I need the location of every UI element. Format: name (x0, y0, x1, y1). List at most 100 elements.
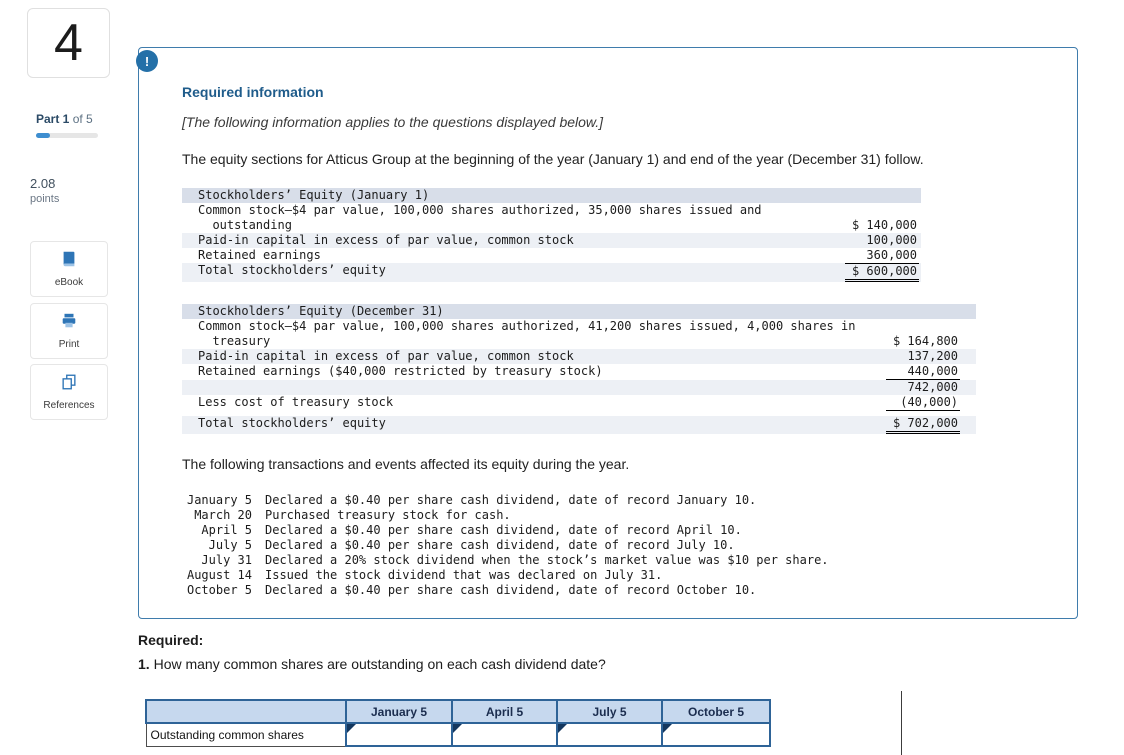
row-label: Total stockholders’ equity (182, 263, 831, 282)
references-button[interactable]: References (30, 364, 108, 420)
answer-cell-apr5[interactable] (451, 722, 558, 747)
row-label: Less cost of treasury stock (198, 395, 394, 409)
transaction-desc: Purchased treasury stock for cash. (265, 508, 511, 522)
table-row: Common stock—$4 par value, 100,000 share… (182, 203, 921, 233)
transaction-row: October 5 Declared a $0.40 per share cas… (182, 583, 829, 598)
row-value: 100,000 (831, 233, 921, 248)
transaction-desc: Declared a $0.40 per share cash dividend… (265, 583, 757, 597)
answer-input-jul5[interactable] (558, 725, 661, 744)
references-label: References (43, 400, 95, 411)
question-number-box: 4 (27, 8, 110, 78)
table-row: Paid-in capital in excess of par value, … (182, 233, 921, 248)
ebook-icon (60, 250, 78, 273)
table-title: Stockholders’ Equity (January 1) (182, 188, 921, 203)
answer-header-apr5: April 5 (451, 699, 558, 724)
table-row: Total stockholders’ equity $ 600,000 (182, 263, 921, 282)
row-label (182, 380, 871, 395)
print-label: Print (58, 339, 80, 350)
transaction-row: August 14 Issued the stock dividend that… (182, 568, 829, 583)
points-label: points (30, 193, 60, 205)
transaction-date: July 5 (208, 538, 252, 552)
transaction-row: April 5 Declared a $0.40 per share cash … (182, 523, 829, 538)
answer-input-jan5[interactable] (347, 725, 451, 744)
row-value: $ 140,000 (851, 218, 917, 232)
transaction-desc: Declared a $0.40 per share cash dividend… (265, 523, 742, 537)
row-value: $ 702,000 (871, 416, 977, 434)
row-value: $ 164,800 (892, 334, 959, 348)
equity-table-january: Stockholders’ Equity (January 1) Common … (182, 188, 921, 282)
table-row: Total stockholders’ equity $ 702,000 (182, 416, 977, 434)
row-value: 137,200 (871, 349, 977, 364)
transaction-desc: Declared a $0.40 per share cash dividend… (265, 493, 757, 507)
transaction-date: January 5 (186, 493, 252, 507)
question-text: 1. How many common shares are outstandin… (138, 656, 606, 672)
question-body: How many common shares are outstanding o… (149, 656, 606, 672)
transaction-date: July 31 (201, 553, 252, 567)
part-label: Part 1 (36, 112, 70, 126)
row-label: Common stock—$4 par value, 100,000 share… (198, 319, 856, 348)
answer-header-jul5: July 5 (556, 699, 663, 724)
transaction-row: January 5 Declared a $0.40 per share cas… (182, 493, 829, 508)
points-value: 2.08 (30, 176, 56, 191)
row-label: Common stock—$4 par value, 100,000 share… (198, 203, 762, 232)
row-value: 440,000 (871, 364, 976, 380)
part-progress-bar (36, 133, 98, 138)
worksheet-gridline (901, 691, 902, 755)
answer-input-oct5[interactable] (663, 725, 769, 744)
answer-header-oct5: October 5 (661, 699, 771, 724)
answer-header-row: January 5 April 5 July 5 October 5 (145, 699, 771, 724)
transaction-desc: Issued the stock dividend that was decla… (265, 568, 663, 582)
transaction-date: October 5 (186, 583, 252, 597)
answer-cell-oct5[interactable] (661, 722, 771, 747)
answer-cell-jan5[interactable] (345, 722, 453, 747)
row-label: Paid-in capital in excess of par value, … (182, 349, 871, 364)
table-row: Common stock—$4 par value, 100,000 share… (182, 319, 976, 349)
alert-icon: ! (136, 50, 158, 72)
table-row: 742,000 (182, 380, 977, 395)
answer-data-row: Outstanding common shares (145, 722, 771, 747)
part-progress-fill (36, 133, 50, 138)
part-total: of 5 (69, 112, 93, 126)
points-block: 2.08 points (30, 176, 59, 205)
transaction-row: July 31 Declared a 20% stock dividend wh… (182, 553, 829, 568)
answer-corner-cell (145, 699, 347, 724)
applies-below-note: [The following information applies to th… (182, 114, 604, 130)
table-row: Less cost of treasury stock (40,000) (182, 395, 976, 411)
table-title-row: Stockholders’ Equity (December 31) (182, 304, 977, 319)
answer-table: January 5 April 5 July 5 October 5 Outst… (145, 699, 771, 747)
row-value: 360,000 (866, 248, 917, 262)
transaction-desc: Declared a 20% stock dividend when the s… (265, 553, 829, 567)
equity-table-december: Stockholders’ Equity (December 31) Commo… (182, 304, 977, 434)
transaction-row: March 20 Purchased treasury stock for ca… (182, 508, 829, 523)
required-information-panel: Required information [The following info… (138, 47, 1078, 619)
answer-cell-jul5[interactable] (556, 722, 663, 747)
table-title-row: Stockholders’ Equity (January 1) (182, 188, 921, 203)
row-label: Retained earnings ($40,000 restricted by… (198, 364, 603, 378)
row-label: Total stockholders’ equity (182, 416, 871, 434)
table-title: Stockholders’ Equity (December 31) (182, 304, 977, 319)
transaction-date: March 20 (194, 508, 252, 522)
row-value: 742,000 (871, 380, 977, 395)
row-value: (40,000) (871, 395, 976, 411)
part-indicator: Part 1 of 5 (36, 112, 93, 126)
ebook-label: eBook (54, 277, 84, 288)
references-icon (60, 373, 78, 396)
question-number: 4 (54, 14, 83, 72)
transactions-intro: The following transactions and events af… (182, 456, 630, 472)
transaction-row: July 5 Declared a $0.40 per share cash d… (182, 538, 829, 553)
ebook-button[interactable]: eBook (30, 241, 108, 297)
intro-paragraph: The equity sections for Atticus Group at… (182, 151, 924, 167)
question-number-prefix: 1. (138, 656, 150, 672)
transaction-date: April 5 (201, 523, 252, 537)
transaction-date: August 14 (186, 568, 252, 582)
row-label: Paid-in capital in excess of par value, … (182, 233, 831, 248)
required-label: Required: (138, 632, 204, 648)
print-icon (60, 312, 78, 335)
required-information-heading: Required information (182, 84, 324, 100)
print-button[interactable]: Print (30, 303, 108, 359)
table-row: Retained earnings 360,000 (182, 248, 921, 263)
row-value: $ 600,000 (831, 263, 921, 282)
assignment-page: 4 Part 1 of 5 2.08 points eBook Print Re… (0, 0, 1124, 755)
transactions-list: January 5 Declared a $0.40 per share cas… (182, 493, 829, 598)
answer-input-apr5[interactable] (453, 725, 556, 744)
